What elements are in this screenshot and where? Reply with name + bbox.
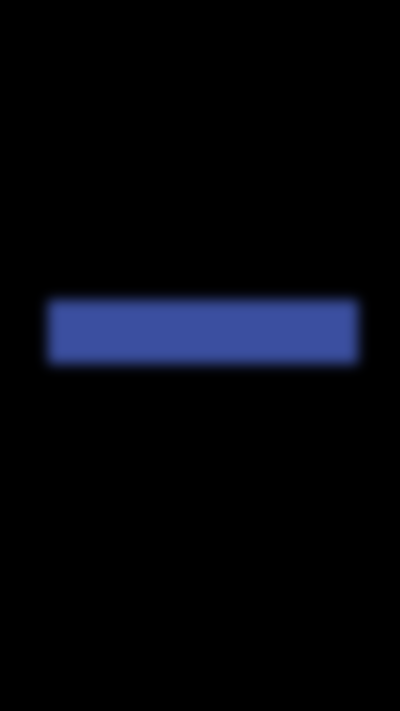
primary-action-button[interactable] xyxy=(48,300,358,364)
blurred-screen xyxy=(0,0,400,711)
secondary-link-text[interactable] xyxy=(56,506,352,556)
